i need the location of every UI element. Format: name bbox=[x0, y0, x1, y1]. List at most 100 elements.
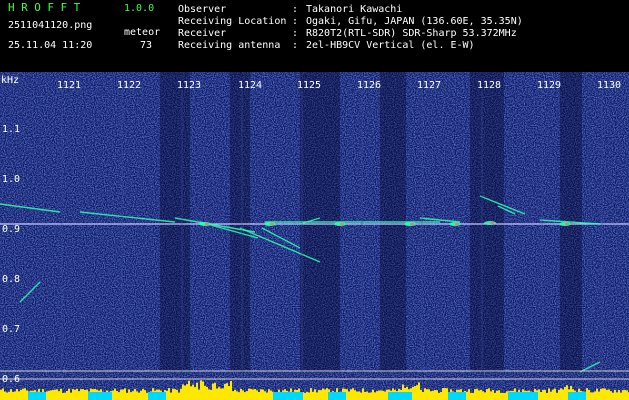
signal-bar bbox=[236, 391, 238, 400]
signal-bar bbox=[372, 389, 374, 400]
signal-bar bbox=[560, 388, 562, 400]
signal-bar bbox=[544, 389, 546, 400]
echo-core bbox=[270, 222, 274, 226]
signal-bar bbox=[8, 391, 10, 400]
signal-bar bbox=[474, 389, 476, 400]
signal-bar bbox=[542, 390, 544, 400]
signal-bar bbox=[492, 389, 494, 400]
signal-bar bbox=[602, 388, 604, 400]
signal-bar bbox=[242, 390, 244, 400]
signal-bar bbox=[380, 390, 382, 400]
signal-bar bbox=[170, 392, 172, 400]
echo-core bbox=[455, 222, 459, 226]
signal-bar-gap bbox=[568, 392, 586, 400]
signal-bar bbox=[622, 390, 624, 400]
signal-bar bbox=[238, 392, 240, 400]
time-label: 1125 bbox=[297, 80, 322, 91]
signal-bar bbox=[444, 388, 446, 400]
signal-bar bbox=[470, 392, 472, 400]
signal-bar bbox=[168, 388, 170, 400]
signal-bar bbox=[618, 389, 620, 400]
signal-bar bbox=[12, 392, 14, 400]
signal-bar-gap bbox=[273, 392, 303, 400]
signal-bar-gap bbox=[148, 392, 166, 400]
app-title: HROFFT bbox=[8, 1, 87, 14]
signal-bar bbox=[466, 391, 468, 400]
signal-bar bbox=[350, 389, 352, 400]
signal-bar bbox=[322, 388, 324, 400]
signal-bar bbox=[348, 391, 350, 400]
signal-bar bbox=[488, 388, 490, 400]
signal-bar bbox=[226, 383, 228, 400]
signal-bar bbox=[362, 388, 364, 400]
signal-bar bbox=[620, 392, 622, 400]
echo-core bbox=[490, 221, 494, 225]
signal-bar bbox=[590, 392, 592, 400]
signal-bar-gap bbox=[28, 392, 46, 400]
signal-bar bbox=[424, 388, 426, 400]
signal-bar bbox=[112, 390, 114, 400]
signal-bar bbox=[60, 388, 62, 400]
signal-bar bbox=[370, 392, 372, 400]
signal-bar bbox=[74, 389, 76, 400]
signal-bar bbox=[256, 390, 258, 400]
signal-bar bbox=[360, 392, 362, 400]
signal-bar bbox=[18, 391, 20, 400]
signal-bar bbox=[22, 388, 24, 400]
signal-bar bbox=[554, 388, 556, 400]
signal-bar bbox=[268, 389, 270, 400]
signal-bar bbox=[496, 390, 498, 400]
signal-bar bbox=[222, 388, 224, 400]
signal-bar bbox=[494, 392, 496, 400]
time-label: 1128 bbox=[477, 80, 502, 91]
signal-bar bbox=[606, 389, 608, 400]
signal-bar bbox=[604, 388, 606, 400]
signal-bar bbox=[82, 389, 84, 400]
signal-bar bbox=[416, 385, 418, 400]
signal-bar bbox=[358, 391, 360, 400]
signal-bar bbox=[490, 391, 492, 400]
signal-bar bbox=[564, 387, 566, 400]
signal-bar bbox=[182, 384, 184, 400]
signal-bar bbox=[432, 390, 434, 400]
signal-bar bbox=[190, 386, 192, 400]
signal-bar bbox=[50, 390, 52, 400]
signal-bar bbox=[326, 388, 328, 400]
signal-bar bbox=[594, 391, 596, 400]
frequency-unit-label: kHz bbox=[1, 75, 20, 86]
signal-bar bbox=[320, 390, 322, 400]
signal-bar bbox=[440, 392, 442, 400]
freq-label: 0.8 bbox=[2, 274, 21, 285]
signal-bar bbox=[386, 389, 388, 400]
observer-value: Takanori Kawachi bbox=[306, 4, 403, 15]
signal-bar bbox=[64, 392, 66, 400]
signal-bar bbox=[122, 389, 124, 400]
signal-bar bbox=[442, 388, 444, 400]
antenna-colon: : bbox=[292, 40, 299, 51]
receiver-value: R820T2(RTL-SDR) SDR-Sharp 53.372MHz bbox=[306, 28, 517, 39]
signal-bar bbox=[546, 392, 548, 400]
signal-bar bbox=[598, 391, 600, 400]
signal-bar bbox=[248, 388, 250, 400]
freq-label: 1.1 bbox=[2, 124, 21, 135]
signal-bar bbox=[210, 389, 212, 400]
time-label: 1126 bbox=[357, 80, 382, 91]
signal-bar bbox=[308, 392, 310, 400]
signal-bar bbox=[68, 388, 70, 400]
signal-bar bbox=[124, 388, 126, 400]
signal-bar bbox=[146, 392, 148, 400]
signal-bar bbox=[352, 388, 354, 400]
signal-bar bbox=[198, 389, 200, 400]
signal-bar bbox=[626, 390, 628, 400]
time-label: 1124 bbox=[238, 80, 263, 91]
signal-bar bbox=[356, 391, 358, 400]
signal-bar bbox=[266, 392, 268, 400]
signal-bar bbox=[252, 389, 254, 400]
signal-bar bbox=[14, 391, 16, 400]
echo-core bbox=[565, 222, 569, 226]
signal-bar bbox=[616, 392, 618, 400]
signal-bar bbox=[72, 389, 74, 400]
signal-bar bbox=[304, 392, 306, 400]
echo-core bbox=[410, 222, 414, 226]
signal-bar bbox=[234, 389, 236, 400]
